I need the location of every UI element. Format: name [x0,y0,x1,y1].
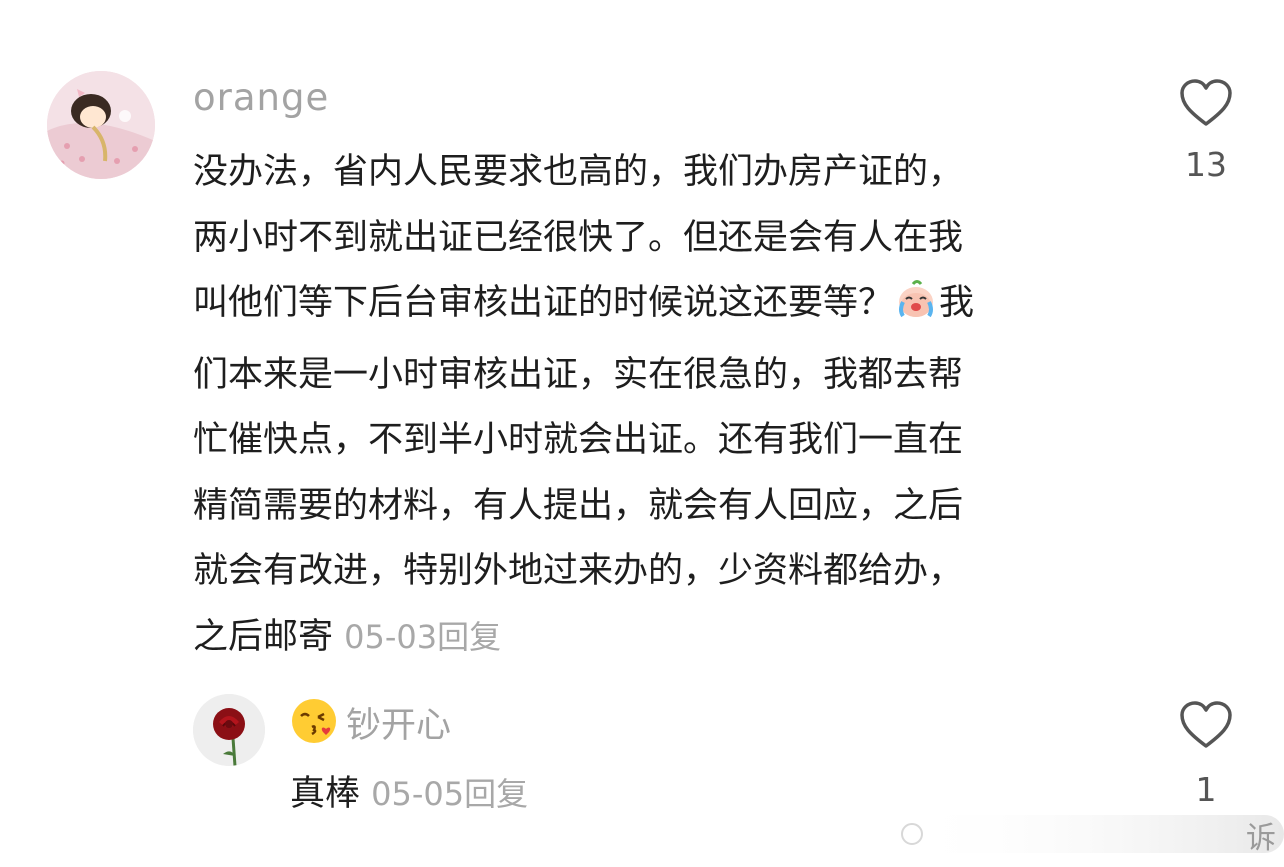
like-button[interactable] [1178,700,1234,750]
reply-username-text[interactable]: 钞开心 [346,706,451,746]
like-count: 13 [1185,145,1227,184]
comment-line: 叫他们等下后台审核出证的时候说这还要等？ 我 [193,271,1128,343]
like-button[interactable] [1178,78,1234,128]
avatar[interactable] [193,694,265,766]
avatar-illustration [47,71,155,179]
reply-button[interactable]: 回复 [437,618,501,656]
comment-line: 两小时不到就出证已经很快了。但还是会有人在我 [193,217,964,258]
crying-face-icon [895,277,937,343]
comment-line: 们本来是一小时审核出证，实在很急的，我都去帮 [193,354,964,395]
comment-line: 就会有改进，特别外地过来办的，少资料都给办， [193,551,964,591]
comment-line-text: 叫他们等下后台审核出证的时候说这还要等？ [193,283,894,323]
comment-line: 忙催快点，不到半小时就会出证。还有我们一直在 [193,420,964,460]
reply-username[interactable]: 钞开心 [290,697,451,754]
comment-username[interactable]: orange [193,76,329,119]
reply-text: 真棒 05-05回复 [290,765,528,816]
watermark-icon [901,815,1284,853]
watermark-text: 诉 [1246,821,1276,856]
heart-outline-icon [1180,79,1232,126]
comment-line: 精简需要的材料，有人提出，就会有人回应，之后 [193,485,964,526]
comment-line-text: 之后邮寄 [193,616,334,657]
watermark: 诉 [864,803,1284,863]
reply-date: 05-05 [371,775,465,813]
comment-line: 没办法，省内人民要求也高的，我们办房产证的， [193,152,964,192]
comment-line-tail: 我 [939,283,975,323]
comment-line: 之后邮寄 05-03回复 [193,605,1128,671]
reply-text-content: 真棒 [290,774,361,814]
avatar[interactable] [47,71,155,179]
comment-text: 没办法，省内人民要求也高的，我们办房产证的， 两小时不到就出证已经很快了。但还是… [193,140,1128,670]
heart-outline-icon [1180,701,1232,748]
comment-date: 05-03 [344,617,438,656]
rose-avatar-image [193,694,265,766]
reply-button[interactable]: 回复 [464,775,528,813]
kissing-face-icon [290,697,338,754]
